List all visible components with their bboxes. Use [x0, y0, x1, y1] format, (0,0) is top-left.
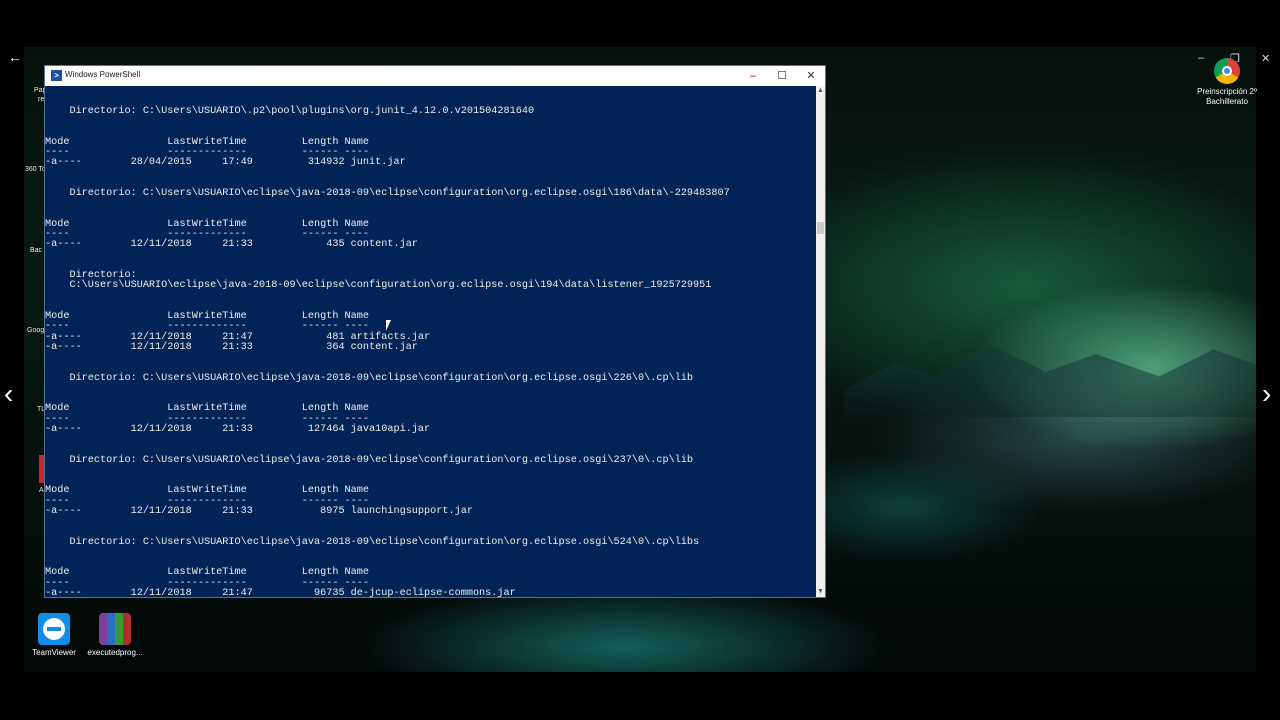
- console-scrollbar[interactable]: ▲ ▼: [816, 86, 825, 597]
- console-line: Directorio: C:\Users\USUARIO\.p2\pool\pl…: [45, 106, 535, 117]
- chrome-icon: [1214, 58, 1240, 84]
- outer-close-icon[interactable]: ✕: [1261, 52, 1270, 65]
- console-line: C:\Users\USUARIO\eclipse\java-2018-09\ec…: [45, 280, 712, 292]
- scroll-up-icon[interactable]: ▲: [816, 86, 825, 96]
- back-arrow-icon[interactable]: ←: [8, 50, 22, 64]
- console-line: -a---- 28/04/2015 17:49 314932 junit.jar: [45, 157, 406, 169]
- window-titlebar[interactable]: > Windows PowerShell – ☐ ✕: [45, 66, 825, 86]
- edge-label-bac: Bac: [30, 247, 43, 254]
- console-line: -a---- 12/11/2018 21:33 127464 java10api…: [45, 423, 431, 435]
- next-arrow-icon[interactable]: ›: [1262, 380, 1271, 408]
- mouse-cursor-icon: [386, 320, 391, 331]
- executed-program-shortcut[interactable]: executedprog...: [85, 613, 145, 658]
- console-line: Directorio: C:\Users\USUARIO\eclipse\jav…: [45, 454, 694, 466]
- archive-icon: [99, 613, 131, 645]
- scroll-down-icon[interactable]: ▼: [816, 587, 825, 597]
- console-line: Directorio: C:\Users\USUARIO\eclipse\jav…: [45, 188, 730, 199]
- previous-arrow-icon[interactable]: ‹: [4, 380, 13, 408]
- minimize-button[interactable]: –: [738, 66, 768, 86]
- console-line: -a---- 12/11/2018 21:33 8975 launchingsu…: [45, 505, 473, 517]
- edge-label-a: A: [39, 487, 44, 494]
- console-line: Directorio: C:\Users\USUARIO\eclipse\jav…: [45, 372, 694, 384]
- edge-label-goog: Goog: [27, 327, 45, 334]
- teamviewer-label: TeamViewer: [32, 648, 76, 657]
- console-line: -a---- 12/11/2018 21:47 96735 de-jcup-ec…: [45, 587, 516, 597]
- console-line: -a---- 12/11/2018 21:33 435 content.jar: [45, 239, 418, 251]
- teamviewer-icon: [38, 613, 70, 645]
- scroll-thumb[interactable]: [817, 222, 824, 234]
- powershell-icon: >: [51, 70, 62, 81]
- powershell-window[interactable]: > Windows PowerShell – ☐ ✕ Directorio: C…: [44, 65, 826, 598]
- chrome-shortcut-label: Preinscripción 2º Bachillerato: [1197, 87, 1257, 106]
- close-button[interactable]: ✕: [796, 66, 826, 86]
- chrome-shortcut[interactable]: Preinscripción 2º Bachillerato: [1195, 58, 1259, 107]
- edge-label-360: 360 To: [25, 166, 46, 173]
- console-line: -a---- 12/11/2018 21:33 364 content.jar: [45, 341, 418, 353]
- maximize-button[interactable]: ☐: [767, 66, 797, 86]
- console-output[interactable]: Directorio: C:\Users\USUARIO\.p2\pool\pl…: [45, 86, 816, 597]
- executed-program-label: executedprog...: [87, 648, 143, 657]
- teamviewer-shortcut[interactable]: TeamViewer: [24, 613, 84, 658]
- console-line: Directorio: C:\Users\USUARIO\eclipse\jav…: [45, 536, 700, 548]
- window-title: Windows PowerShell: [65, 70, 141, 79]
- wallpaper-mountains: [844, 345, 1256, 417]
